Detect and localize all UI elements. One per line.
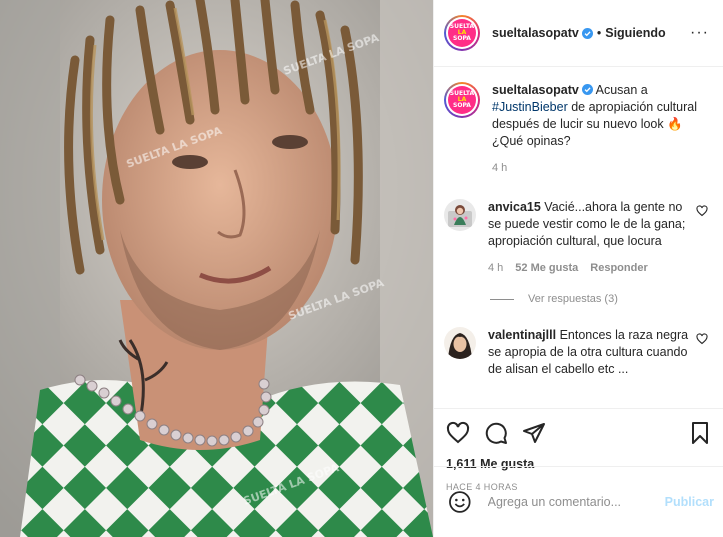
comment-input[interactable] [487, 494, 665, 509]
comment-item: anvica15 Vacié...ahora la gente no se pu… [444, 199, 712, 277]
like-heart-icon[interactable] [446, 421, 470, 445]
comment-composer: Publicar [434, 466, 723, 537]
comment-item: valentinajlll Entonces la raza negra se … [444, 327, 712, 378]
comment-username[interactable]: valentinajlll [488, 328, 556, 342]
post-comment-button[interactable]: Publicar [665, 495, 714, 509]
separator-dot: • [596, 26, 602, 40]
verified-badge-icon [581, 84, 593, 95]
caption-time[interactable]: 4 h [492, 160, 712, 177]
author-username[interactable]: sueltalasopatv [492, 26, 579, 40]
comment-bubble-icon[interactable] [484, 421, 508, 445]
comment-likes[interactable]: 52 Me gusta [515, 260, 578, 277]
comment-like-heart-icon[interactable] [696, 333, 708, 345]
brand-logo: SUELTA LA SOPA [448, 86, 476, 114]
comment-like-heart-icon[interactable] [696, 205, 708, 217]
post-caption: SUELTA LA SOPA sueltalasopatv Acusan a #… [444, 82, 712, 177]
save-bookmark-icon[interactable] [688, 421, 712, 445]
comment-time[interactable]: 4 h [488, 260, 503, 277]
caption-text: ¿Qué opinas? [492, 134, 571, 148]
post-photo[interactable]: SUELTA LA SOPA SUELTA LA SOPA SUELTA LA … [0, 0, 433, 537]
comment-username[interactable]: anvica15 [488, 200, 541, 214]
caption-avatar[interactable]: SUELTA LA SOPA [444, 82, 480, 118]
author-avatar[interactable]: SUELTA LA SOPA [444, 15, 480, 51]
caption-username[interactable]: sueltalasopatv [492, 83, 579, 97]
fire-emoji-icon: 🔥 [667, 117, 683, 131]
caption-text: Acusan a [592, 83, 648, 97]
brand-logo: SUELTA LA SOPA [448, 19, 476, 47]
commenter-avatar[interactable] [444, 199, 476, 231]
verified-badge-icon [581, 27, 593, 39]
comment-meta: 4 h 52 Me gusta Responder [488, 260, 696, 277]
emoji-picker-icon[interactable] [448, 490, 472, 514]
post-side-panel: SUELTA LA SOPA sueltalasopatv • Siguiend… [433, 0, 723, 537]
share-send-icon[interactable] [522, 421, 546, 445]
post-image: SUELTA LA SOPA SUELTA LA SOPA SUELTA LA … [0, 0, 433, 537]
comments-list[interactable]: SUELTA LA SOPA sueltalasopatv Acusan a #… [434, 68, 723, 408]
post-header: SUELTA LA SOPA sueltalasopatv • Siguiend… [434, 0, 723, 67]
view-replies-label: Ver respuestas (3) [528, 293, 618, 305]
more-options-icon[interactable]: ··· [690, 24, 709, 42]
following-button[interactable]: Siguiendo [605, 26, 665, 40]
view-replies-button[interactable]: Ver respuestas (3) [490, 293, 712, 305]
hashtag-link[interactable]: #JustinBieber [492, 100, 568, 114]
commenter-avatar[interactable] [444, 327, 476, 359]
replies-line [490, 298, 514, 300]
reply-button[interactable]: Responder [590, 260, 647, 277]
